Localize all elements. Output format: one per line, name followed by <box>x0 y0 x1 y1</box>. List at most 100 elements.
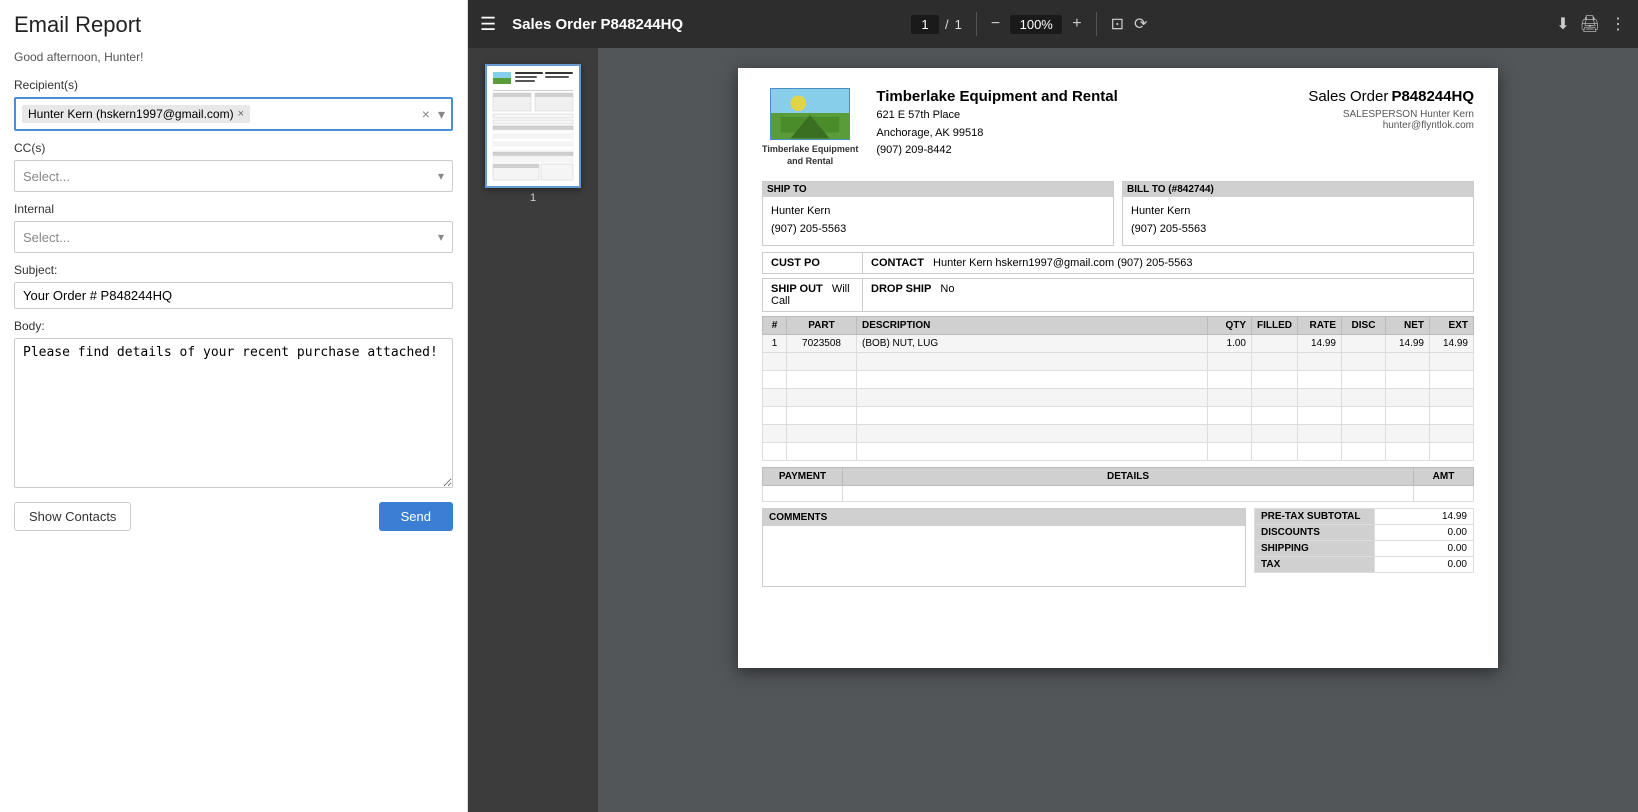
zoom-out-icon[interactable]: − <box>991 15 1000 33</box>
recipient-tag-text: Hunter Kern (hskern1997@gmail.com) <box>28 107 234 121</box>
zoom-in-icon[interactable]: + <box>1072 15 1081 33</box>
pdf-title: Sales Order P848244HQ <box>512 16 901 33</box>
col-header-ext: EXT <box>1430 316 1474 334</box>
contact-cell: CONTACT Hunter Kern hskern1997@gmail.com… <box>863 253 1473 273</box>
so-number: P848244HQ <box>1391 88 1474 105</box>
comments-header: COMMENTS <box>763 509 1245 526</box>
subject-input[interactable] <box>14 282 453 309</box>
recipient-remove-icon[interactable]: × <box>238 108 244 120</box>
bill-to-box: BILL TO (#842744) Hunter Kern (907) 205-… <box>1122 181 1474 245</box>
page-number-input[interactable] <box>911 15 939 34</box>
recipients-group: Recipient(s) Hunter Kern (hskern1997@gma… <box>14 78 453 131</box>
so-label: Sales Order <box>1308 88 1388 105</box>
col-header-rate: RATE <box>1298 316 1342 334</box>
recipients-text-input[interactable] <box>254 107 418 122</box>
address-boxes: SHIP TO Hunter Kern (907) 205-5563 BILL … <box>762 181 1474 245</box>
payment-cell <box>763 485 843 501</box>
pdf-header: Timberlake Equipment and Rental Timberla… <box>762 88 1474 167</box>
salesperson-label: SALESPERSON <box>1343 109 1417 120</box>
salesperson-email: hunter@flyntlok.com <box>1383 120 1474 131</box>
clear-recipients-icon[interactable]: × <box>422 106 430 122</box>
form-actions: Show Contacts Send <box>14 502 453 531</box>
col-header-part: PART <box>787 316 857 334</box>
col-header-qty: QTY <box>1208 316 1252 334</box>
ship-to-name: Hunter Kern (907) 205-5563 <box>771 203 1105 238</box>
internal-group: Internal Select... ▾ <box>14 202 453 253</box>
drop-ship-cell: DROP SHIP No <box>863 279 1473 311</box>
payment-table: PAYMENT DETAILS AMT <box>762 467 1474 502</box>
body-textarea[interactable]: Please find details of your recent purch… <box>14 338 453 488</box>
tag-input-actions: × ▾ <box>422 106 445 123</box>
cust-po-label: CUST PO <box>771 257 820 269</box>
sales-order-block: Sales Order P848244HQ SALESPERSON Hunter… <box>1308 88 1474 131</box>
download-icon[interactable]: ⬇ <box>1556 14 1569 34</box>
pdf-thumbnails-panel: 1 <box>468 48 598 812</box>
col-header-desc: DESCRIPTION <box>857 316 1208 334</box>
totals-row: SHIPPING0.00 <box>1255 540 1474 556</box>
payment-row <box>763 485 1474 501</box>
comments-box: COMMENTS <box>762 508 1246 587</box>
salesperson-name: Hunter Kern <box>1420 109 1474 120</box>
recipients-input-container[interactable]: Hunter Kern (hskern1997@gmail.com) × × ▾ <box>14 97 453 131</box>
details-cell <box>843 485 1414 501</box>
cc-select[interactable]: Select... ▾ <box>14 160 453 192</box>
internal-select[interactable]: Select... ▾ <box>14 221 453 253</box>
thumbnail-frame-1 <box>485 64 581 188</box>
thumbnail-page-number: 1 <box>530 192 536 204</box>
email-form-panel: Email Report Good afternoon, Hunter! Rec… <box>0 0 468 812</box>
totals-box: PRE-TAX SUBTOTAL14.99DISCOUNTS0.00SHIPPI… <box>1254 508 1474 587</box>
ship-out-label: SHIP OUT <box>771 283 823 295</box>
table-row-empty <box>763 424 1474 442</box>
recipients-label: Recipient(s) <box>14 78 453 92</box>
internal-chevron-icon: ▾ <box>438 230 444 244</box>
internal-placeholder: Select... <box>23 230 438 245</box>
pdf-page-content: Timberlake Equipment and Rental Timberla… <box>738 68 1498 668</box>
table-row-empty <box>763 406 1474 424</box>
items-table: # PART DESCRIPTION QTY FILLED RATE DISC … <box>762 316 1474 461</box>
col-header-net: NET <box>1386 316 1430 334</box>
toolbar-separator-2 <box>1096 12 1097 36</box>
subject-label: Subject: <box>14 263 453 277</box>
ship-to-header: SHIP TO <box>763 182 1113 197</box>
send-button[interactable]: Send <box>379 502 453 531</box>
company-logo <box>770 88 850 140</box>
zoom-input[interactable] <box>1010 15 1062 34</box>
recipient-tag: Hunter Kern (hskern1997@gmail.com) × <box>22 105 250 123</box>
recipients-dropdown-icon[interactable]: ▾ <box>438 106 445 123</box>
totals-row: DISCOUNTS0.00 <box>1255 524 1474 540</box>
drop-ship-value: No <box>940 283 954 295</box>
logo-text: Timberlake Equipment and Rental <box>762 144 858 167</box>
company-address: 621 E 57th Place Anchorage, AK 99518 (90… <box>876 107 1308 160</box>
cc-chevron-icon: ▾ <box>438 169 444 183</box>
bill-to-header: BILL TO (#842744) <box>1123 182 1473 197</box>
items-table-header-row: # PART DESCRIPTION QTY FILLED RATE DISC … <box>763 316 1474 334</box>
print-icon[interactable]: 🖨 <box>1580 14 1600 34</box>
col-header-disc: DISC <box>1342 316 1386 334</box>
page-separator: / <box>945 17 949 32</box>
more-options-icon[interactable]: ⋮ <box>1610 14 1626 34</box>
body-group: Body: Please find details of your recent… <box>14 319 453 488</box>
ship-out-cell: SHIP OUT Will Call <box>763 279 863 311</box>
fit-page-icon[interactable]: ⊡ <box>1111 14 1124 34</box>
cc-label: CC(s) <box>14 141 453 155</box>
company-name: Timberlake Equipment and Rental <box>876 88 1308 105</box>
ship-to-box: SHIP TO Hunter Kern (907) 205-5563 <box>762 181 1114 245</box>
bill-to-name: Hunter Kern (907) 205-5563 <box>1131 203 1465 238</box>
col-header-num: # <box>763 316 787 334</box>
show-contacts-button[interactable]: Show Contacts <box>14 502 131 531</box>
pdf-menu-icon[interactable]: ☰ <box>480 14 496 35</box>
totals-row: PRE-TAX SUBTOTAL14.99 <box>1255 508 1474 524</box>
history-icon[interactable]: ⟳ <box>1134 14 1147 34</box>
table-row-empty <box>763 388 1474 406</box>
cust-po-cell: CUST PO <box>763 253 863 273</box>
page-title: Email Report <box>14 12 453 38</box>
col-details: DETAILS <box>843 467 1414 485</box>
amt-cell <box>1414 485 1474 501</box>
comments-body <box>763 526 1245 586</box>
thumbnail-item-1[interactable]: 1 <box>485 64 581 204</box>
ship-out-row: SHIP OUT Will Call DROP SHIP No <box>762 278 1474 312</box>
company-logo-block: Timberlake Equipment and Rental <box>762 88 858 167</box>
cc-placeholder: Select... <box>23 169 438 184</box>
table-row-empty <box>763 370 1474 388</box>
cc-group: CC(s) Select... ▾ <box>14 141 453 192</box>
